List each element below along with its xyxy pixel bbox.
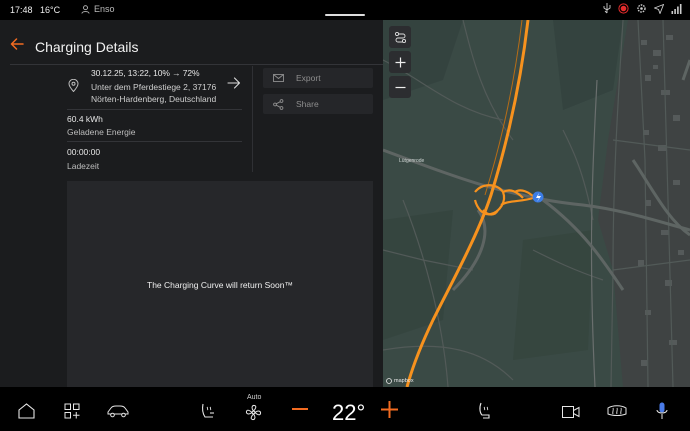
navigate-arrow-icon[interactable] <box>227 77 241 89</box>
charge-time-label: Ladezeit <box>67 161 100 171</box>
home-icon <box>18 403 35 419</box>
fan-icon <box>245 404 262 421</box>
share-icon <box>273 98 284 110</box>
mapbox-attribution: mapbox <box>386 378 414 384</box>
notification-handle[interactable] <box>325 14 365 16</box>
status-user-name: Enso <box>94 4 115 14</box>
route-icon <box>394 31 406 43</box>
status-bar: 17:48 16°C Enso <box>0 0 690 20</box>
record-icon <box>618 3 629 14</box>
settings-icon <box>637 4 646 13</box>
zoom-in-button[interactable] <box>389 51 411 73</box>
minus-icon <box>292 408 308 410</box>
home-button[interactable] <box>18 403 35 419</box>
cabin-temperature: 22° <box>332 400 366 425</box>
status-time: 17:48 <box>10 5 33 15</box>
plus-icon <box>395 57 405 67</box>
energy-label: Geladene Energie <box>67 127 136 137</box>
energy-value: 60.4 kWh <box>67 114 103 124</box>
status-user[interactable]: Enso <box>81 4 115 14</box>
minus-icon <box>395 86 405 88</box>
mapbox-logo-icon <box>386 378 392 384</box>
rear-defrost-button[interactable] <box>607 404 627 419</box>
header: Charging Details <box>0 20 383 64</box>
energy-divider <box>67 141 242 142</box>
signal-icon <box>671 3 682 14</box>
mail-icon <box>273 74 284 82</box>
export-label: Export <box>296 73 321 83</box>
apps-button[interactable] <box>64 403 80 419</box>
export-button[interactable]: Export <box>263 68 373 88</box>
plus-icon <box>381 401 398 418</box>
seat-heat-icon <box>202 403 214 418</box>
charging-curve-message: The Charging Curve will return Soon™ <box>147 280 293 290</box>
column-divider <box>252 66 253 172</box>
back-arrow-icon[interactable] <box>10 38 24 50</box>
charging-details-panel: Charging Details 30.12.25, 13:22, 10% → … <box>0 20 383 387</box>
usb-icon <box>603 3 611 14</box>
user-icon <box>81 4 90 14</box>
charge-time-value: 00:00:00 <box>67 147 101 157</box>
status-icons <box>603 3 682 14</box>
car-button[interactable] <box>107 405 129 418</box>
temp-increase-button[interactable] <box>381 401 398 418</box>
status-temperature: 16°C <box>40 5 61 15</box>
apps-icon <box>64 403 80 419</box>
microphone-icon <box>656 402 668 419</box>
place-label: Lütgenrode <box>399 158 425 164</box>
bottom-bar: Auto 22° <box>0 387 690 431</box>
fan-auto-label: Auto <box>247 394 262 401</box>
seat-heat-button[interactable] <box>200 403 216 420</box>
seat-icon <box>479 402 490 419</box>
page-title: Charging Details <box>35 39 139 55</box>
camera-button[interactable] <box>562 406 580 418</box>
mapbox-text: mapbox <box>394 378 414 384</box>
temp-decrease-button[interactable] <box>292 408 308 411</box>
camera-icon <box>562 406 580 418</box>
seat-button[interactable] <box>477 402 491 420</box>
zoom-out-button[interactable] <box>389 76 411 98</box>
voice-button[interactable] <box>656 402 668 420</box>
session-date-soc: 30.12.25, 13:22, 10% → 72% <box>91 68 200 78</box>
car-icon <box>107 405 129 418</box>
charging-curve-placeholder: The Charging Curve will return Soon™ <box>67 181 373 387</box>
share-button[interactable]: Share <box>263 94 373 114</box>
location-arrow-icon <box>654 3 664 14</box>
defrost-icon <box>607 405 627 416</box>
header-divider <box>10 64 383 65</box>
fan-button[interactable] <box>245 404 262 421</box>
route-toggle-button[interactable] <box>389 26 411 48</box>
session-address-line1: Unter dem Pferdestiege 2, 37176 <box>91 82 217 92</box>
session-address-line2: Nörten-Hardenberg, Deutschland <box>91 94 217 104</box>
map-view[interactable]: Lütgenrode <box>383 20 690 387</box>
map-canvas[interactable]: Lütgenrode <box>383 20 690 387</box>
location-pin-icon <box>68 79 79 92</box>
entry-divider <box>67 109 242 110</box>
share-label: Share <box>296 99 319 109</box>
